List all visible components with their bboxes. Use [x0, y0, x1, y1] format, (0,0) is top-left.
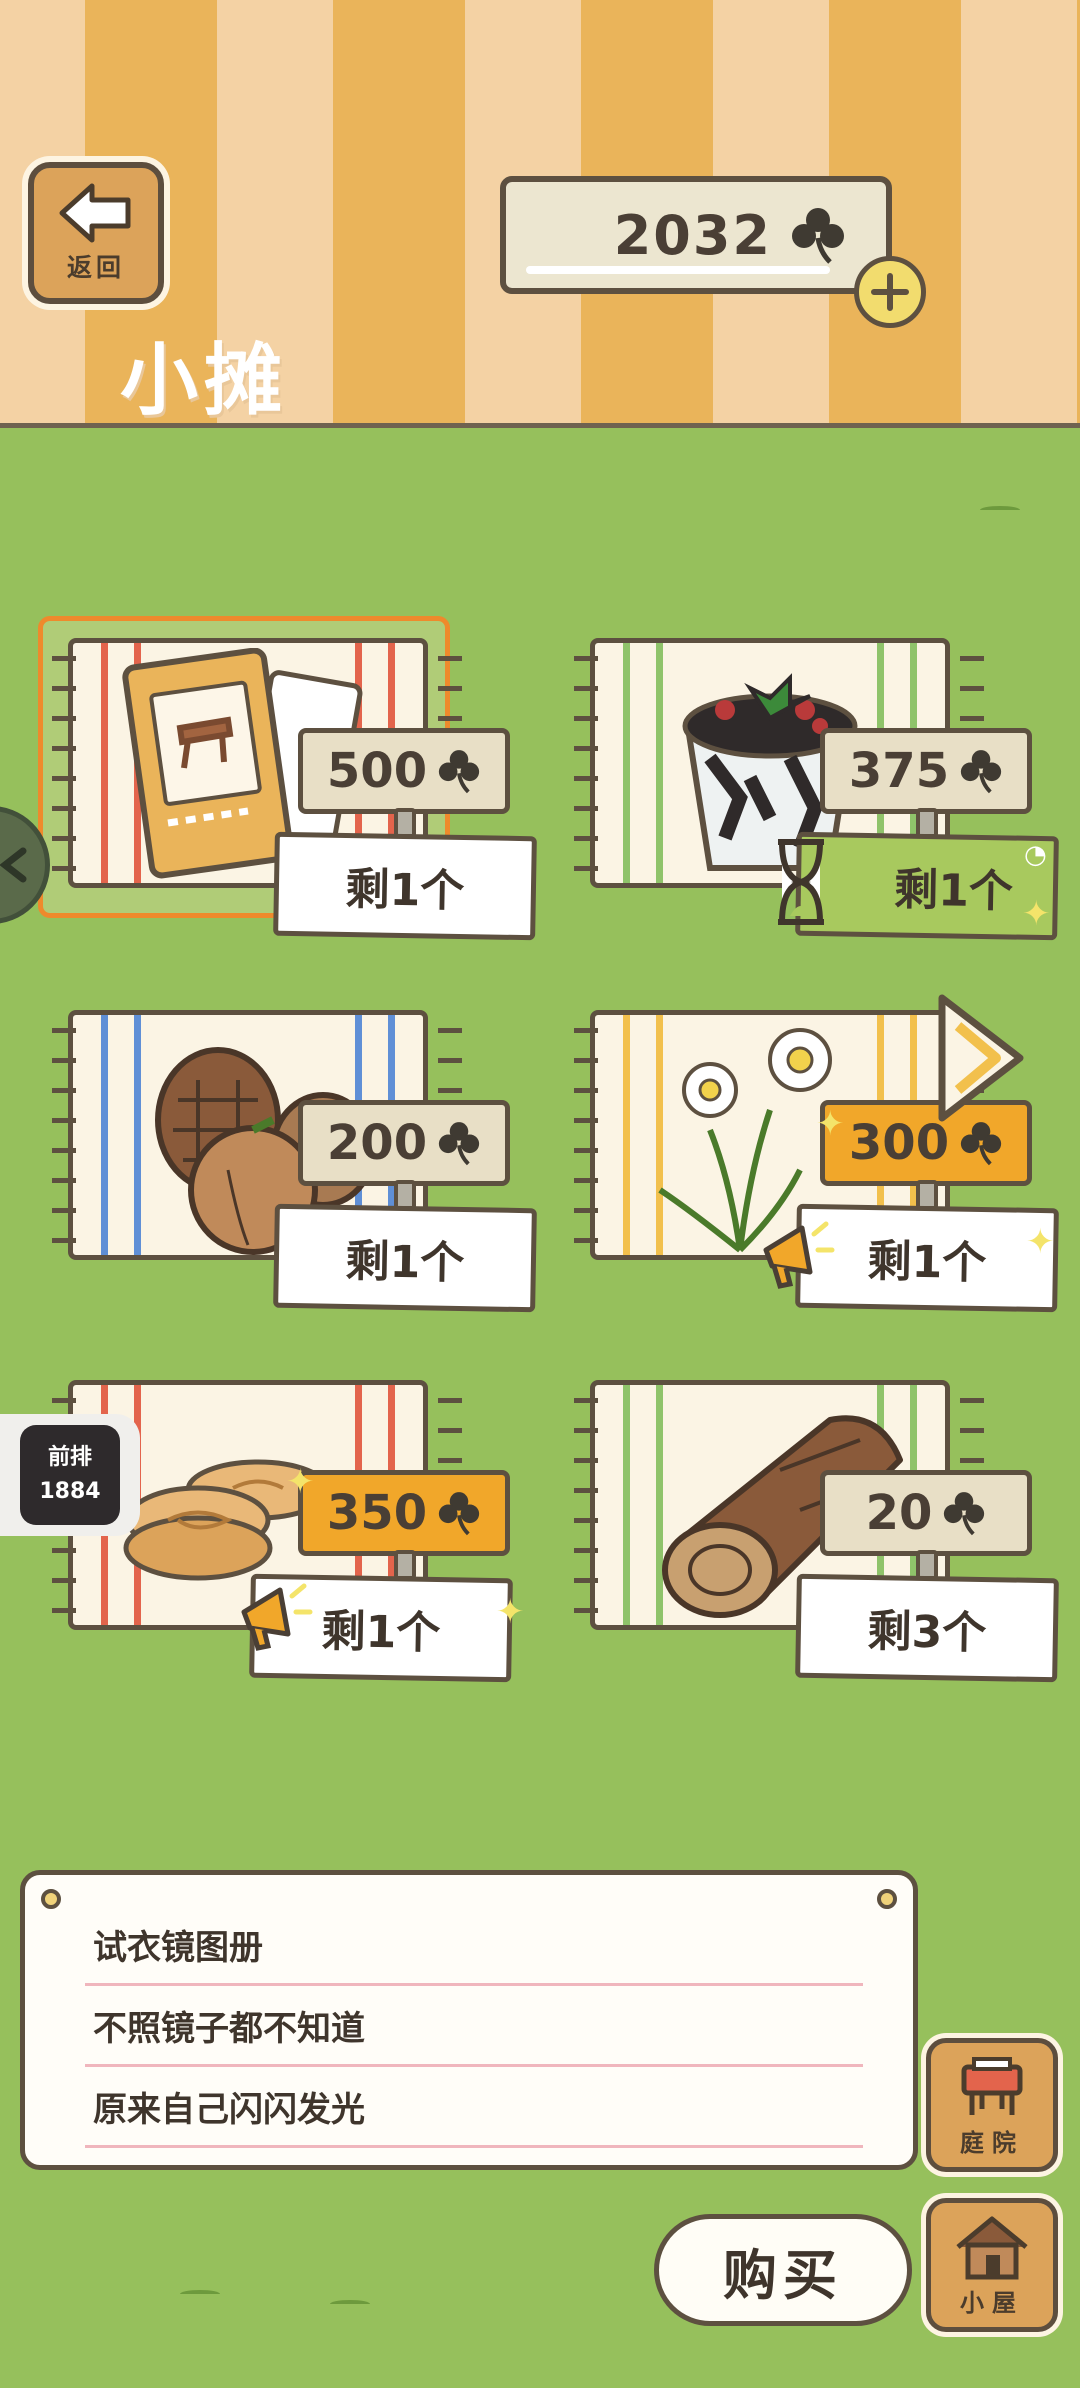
house-icon — [956, 2216, 1028, 2279]
cloth-fringe — [574, 642, 598, 882]
price-tag: 500 — [298, 728, 510, 814]
price-tag: 20 — [820, 1470, 1032, 1556]
price-tag: 350 — [298, 1470, 510, 1556]
clover-icon — [960, 1122, 1002, 1166]
buy-button[interactable]: 购买 — [654, 2214, 912, 2326]
stock-label: 剩3个 — [795, 1573, 1059, 1683]
item-description-line: 原来自己闪闪发光 — [85, 2067, 863, 2148]
plus-icon — [871, 273, 909, 311]
price-tag: 200 — [298, 1100, 510, 1186]
pin-dot — [41, 1889, 61, 1909]
cloth-fringe — [574, 1384, 598, 1624]
clover-icon — [438, 750, 480, 794]
next-page-arrow-icon[interactable] — [936, 992, 1026, 1124]
price-value: 500 — [326, 743, 428, 799]
stock-label: 剩1个 — [273, 1203, 537, 1313]
hourglass-icon — [778, 839, 824, 925]
pin-dot — [877, 1889, 897, 1909]
back-button[interactable]: 返回 — [28, 162, 164, 304]
price-value: 375 — [848, 743, 950, 799]
front-row-widget[interactable]: 前排 1884 — [0, 1414, 140, 1536]
clover-icon — [944, 1492, 985, 1536]
clover-icon — [960, 750, 1002, 794]
back-label: 返回 — [66, 253, 125, 282]
clover-icon — [792, 208, 844, 264]
stock-label: 剩1个 — [795, 831, 1059, 941]
sparkle-decoration: ✦ — [286, 1462, 315, 1502]
clock-dot-icon: ◔ — [1024, 840, 1047, 870]
cloth-fringe — [52, 1014, 76, 1254]
clover-icon — [438, 1492, 480, 1536]
item-description-panel: 试衣镜图册 不照镜子都不知道 原来自己闪闪发光 — [20, 1870, 918, 2170]
sparkle-decoration: ✦ — [1022, 894, 1051, 934]
price-value: 300 — [848, 1115, 950, 1171]
front-row-label: 前排 — [47, 1445, 92, 1470]
grass-decoration — [180, 2290, 220, 2298]
shop-item-card[interactable]: 20 剩3个 — [570, 1370, 1059, 1700]
shop-item-card[interactable]: 200 剩1个 — [48, 1000, 537, 1330]
shop-item-card[interactable]: 375 剩1个 ✦ ◔ — [570, 628, 1059, 958]
item-title: 试衣镜图册 — [85, 1905, 863, 1986]
cloth-fringe — [52, 642, 76, 882]
megaphone-icon — [763, 1221, 835, 1289]
yard-table-icon — [961, 2056, 1023, 2115]
price-tag: 375 — [820, 728, 1032, 814]
clover-icon — [438, 1122, 480, 1166]
yard-label: 庭院 — [960, 2128, 1024, 2157]
house-button[interactable]: 小屋 — [926, 2198, 1058, 2332]
price-value: 20 — [865, 1485, 933, 1541]
clover-amount: 2032 — [613, 203, 772, 267]
grass-decoration — [330, 2300, 370, 2308]
sparkle-decoration: ✦ — [496, 1592, 525, 1632]
shop-header: 返回 小摊 2032 — [0, 0, 1080, 428]
add-clover-button[interactable] — [854, 256, 926, 328]
price-value: 200 — [326, 1115, 428, 1171]
house-label: 小屋 — [960, 2288, 1024, 2317]
shop-item-card[interactable]: 500 剩1个 — [38, 616, 537, 958]
yard-button[interactable]: 庭院 — [926, 2038, 1058, 2172]
clover-balance: 2032 — [500, 176, 892, 294]
cloth-fringe — [574, 1014, 598, 1254]
front-row-number: 1884 — [39, 1479, 101, 1504]
sparkle-decoration: ✦ — [1026, 1222, 1055, 1262]
chevron-left-icon — [0, 847, 27, 883]
sparkle-decoration: ✦ — [816, 1104, 845, 1144]
item-description-line: 不照镜子都不知道 — [85, 1986, 863, 2067]
page-title: 小摊 — [120, 336, 289, 426]
grass-decoration — [980, 506, 1020, 514]
stock-label: 剩1个 — [273, 831, 537, 941]
arrow-left-icon — [59, 183, 131, 243]
price-value: 350 — [326, 1485, 428, 1541]
megaphone-icon — [241, 1583, 313, 1651]
front-row-badge: 前排 1884 — [20, 1425, 120, 1525]
